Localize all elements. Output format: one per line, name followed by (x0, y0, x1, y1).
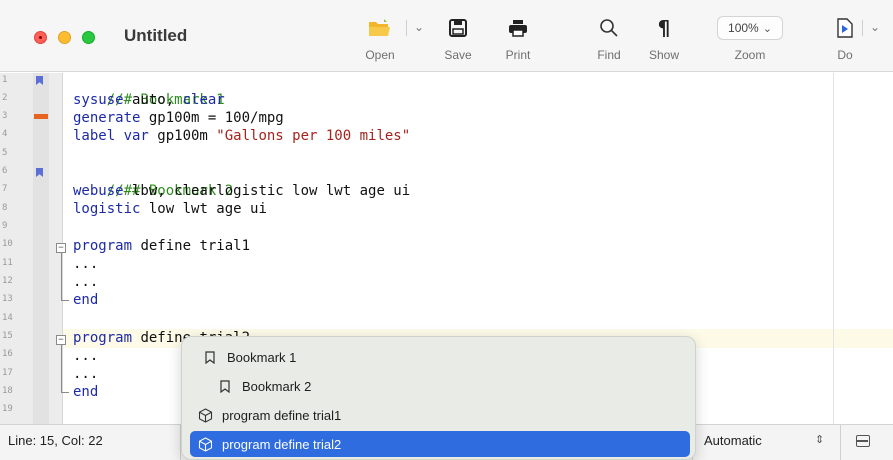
menu-item-program-trial1[interactable]: program define trial1 (190, 402, 690, 428)
code-line: sysuse auto, clear (73, 92, 225, 108)
code-line: //# Bookmark 1 (106, 92, 225, 108)
menu-item-bookmark-1[interactable]: Bookmark 1 (190, 344, 690, 370)
fold-collapse-icon[interactable]: − (56, 243, 66, 253)
code-line: ... (73, 348, 99, 364)
line-number: 2 (2, 93, 8, 103)
line-number: 11 (2, 258, 13, 268)
open-button[interactable]: Open (360, 14, 400, 68)
bookmark-icon (217, 378, 233, 394)
show-button[interactable]: ¶ Show (644, 14, 684, 68)
line-number: 19 (2, 404, 13, 414)
toolbar-separator (862, 20, 863, 36)
code-line: end (73, 384, 99, 400)
zoom-window-button[interactable] (82, 31, 95, 44)
printer-icon (498, 14, 538, 42)
save-icon (440, 14, 476, 42)
do-button[interactable]: Do (830, 14, 860, 68)
line-number: 17 (2, 368, 13, 378)
line-number: 14 (2, 313, 13, 323)
line-number: 12 (2, 276, 13, 286)
find-label: Find (597, 48, 621, 62)
code-line: //## Bookmark 2 (106, 183, 234, 199)
code-line: end (73, 292, 99, 308)
fold-end-hook (61, 392, 69, 393)
fold-collapse-icon[interactable]: − (56, 335, 66, 345)
close-window-button[interactable] (34, 31, 47, 44)
code-line: generate gp100m = 100/mpg (73, 110, 284, 126)
line-number: 15 (2, 331, 13, 341)
find-button[interactable]: Find (593, 14, 625, 68)
right-margin-guide (833, 73, 834, 424)
print-label: Print (505, 48, 531, 62)
line-number: 7 (2, 184, 8, 194)
navigation-popup-menu: Bookmark 1 Bookmark 2 program define tri… (181, 336, 696, 460)
line-number: 6 (2, 166, 8, 176)
code-line: logistic low lwt age ui (73, 201, 267, 217)
line-number: 10 (2, 239, 13, 249)
line-number: 1 (2, 75, 8, 85)
line-number: 8 (2, 203, 8, 213)
menu-item-label: Bookmark 1 (227, 349, 297, 365)
line-number: 3 (2, 111, 8, 121)
cube-icon (197, 436, 213, 452)
do-run-icon (830, 14, 860, 42)
zoom-select[interactable]: 100% ⌄ (717, 16, 783, 40)
bookmark-icon (202, 349, 218, 365)
save-button[interactable]: Save (440, 14, 476, 68)
do-label: Do (837, 48, 853, 62)
menu-item-program-trial2[interactable]: program define trial2 (190, 431, 690, 457)
search-icon (593, 14, 625, 42)
zoom-label: Zoom (734, 48, 766, 62)
line-number: 13 (2, 294, 13, 304)
fold-end-hook (61, 300, 69, 301)
open-label: Open (365, 48, 395, 62)
menu-item-label: program define trial2 (222, 436, 342, 452)
line-number: 4 (2, 129, 8, 139)
title-toolbar: Untitled Open ⌄ Save Print Find ¶ Show 1… (0, 0, 893, 72)
code-line: ... (73, 256, 99, 272)
code-line: program define trial1 (73, 238, 251, 254)
window-title: Untitled (124, 26, 188, 45)
encoding-select[interactable]: Automatic (704, 433, 762, 448)
do-options-chevron-down-icon[interactable]: ⌄ (870, 20, 880, 34)
cursor-position[interactable]: Line: 15, Col: 22 (8, 433, 103, 448)
zoom-value: 100% (728, 21, 759, 35)
fold-range-line (61, 345, 62, 392)
folder-open-icon (360, 14, 400, 42)
code-line: label var gp100m "Gallons per 100 miles" (73, 128, 411, 144)
menu-item-bookmark-2[interactable]: Bookmark 2 (190, 373, 690, 399)
zoom-control[interactable]: 100% ⌄ Zoom (715, 14, 785, 68)
split-pane-icon[interactable] (856, 435, 870, 447)
fold-range-line (61, 253, 62, 300)
chevron-down-icon: ⌄ (762, 22, 772, 35)
print-button[interactable]: Print (498, 14, 538, 68)
open-recent-chevron-down-icon[interactable]: ⌄ (414, 20, 424, 34)
line-number: 18 (2, 386, 13, 396)
cube-icon (197, 407, 213, 423)
error-marker-icon[interactable] (34, 114, 48, 119)
marker-column (33, 73, 49, 424)
save-label: Save (444, 48, 472, 62)
show-label: Show (648, 48, 680, 62)
code-line: ... (73, 366, 99, 382)
menu-item-label: program define trial1 (222, 407, 342, 423)
status-separator (840, 425, 841, 460)
code-line: webuse lbw, clearlogistic low lwt age ui (73, 183, 411, 199)
line-number: 5 (2, 148, 8, 158)
pilcrow-icon: ¶ (657, 16, 671, 40)
menu-item-label: Bookmark 2 (242, 378, 312, 394)
toolbar-separator (406, 20, 407, 36)
updown-chevron-icon[interactable]: ⇕ (815, 433, 824, 446)
line-number: 16 (2, 349, 13, 359)
line-number: 9 (2, 221, 8, 231)
minimize-window-button[interactable] (58, 31, 71, 44)
code-line: ... (73, 274, 99, 290)
